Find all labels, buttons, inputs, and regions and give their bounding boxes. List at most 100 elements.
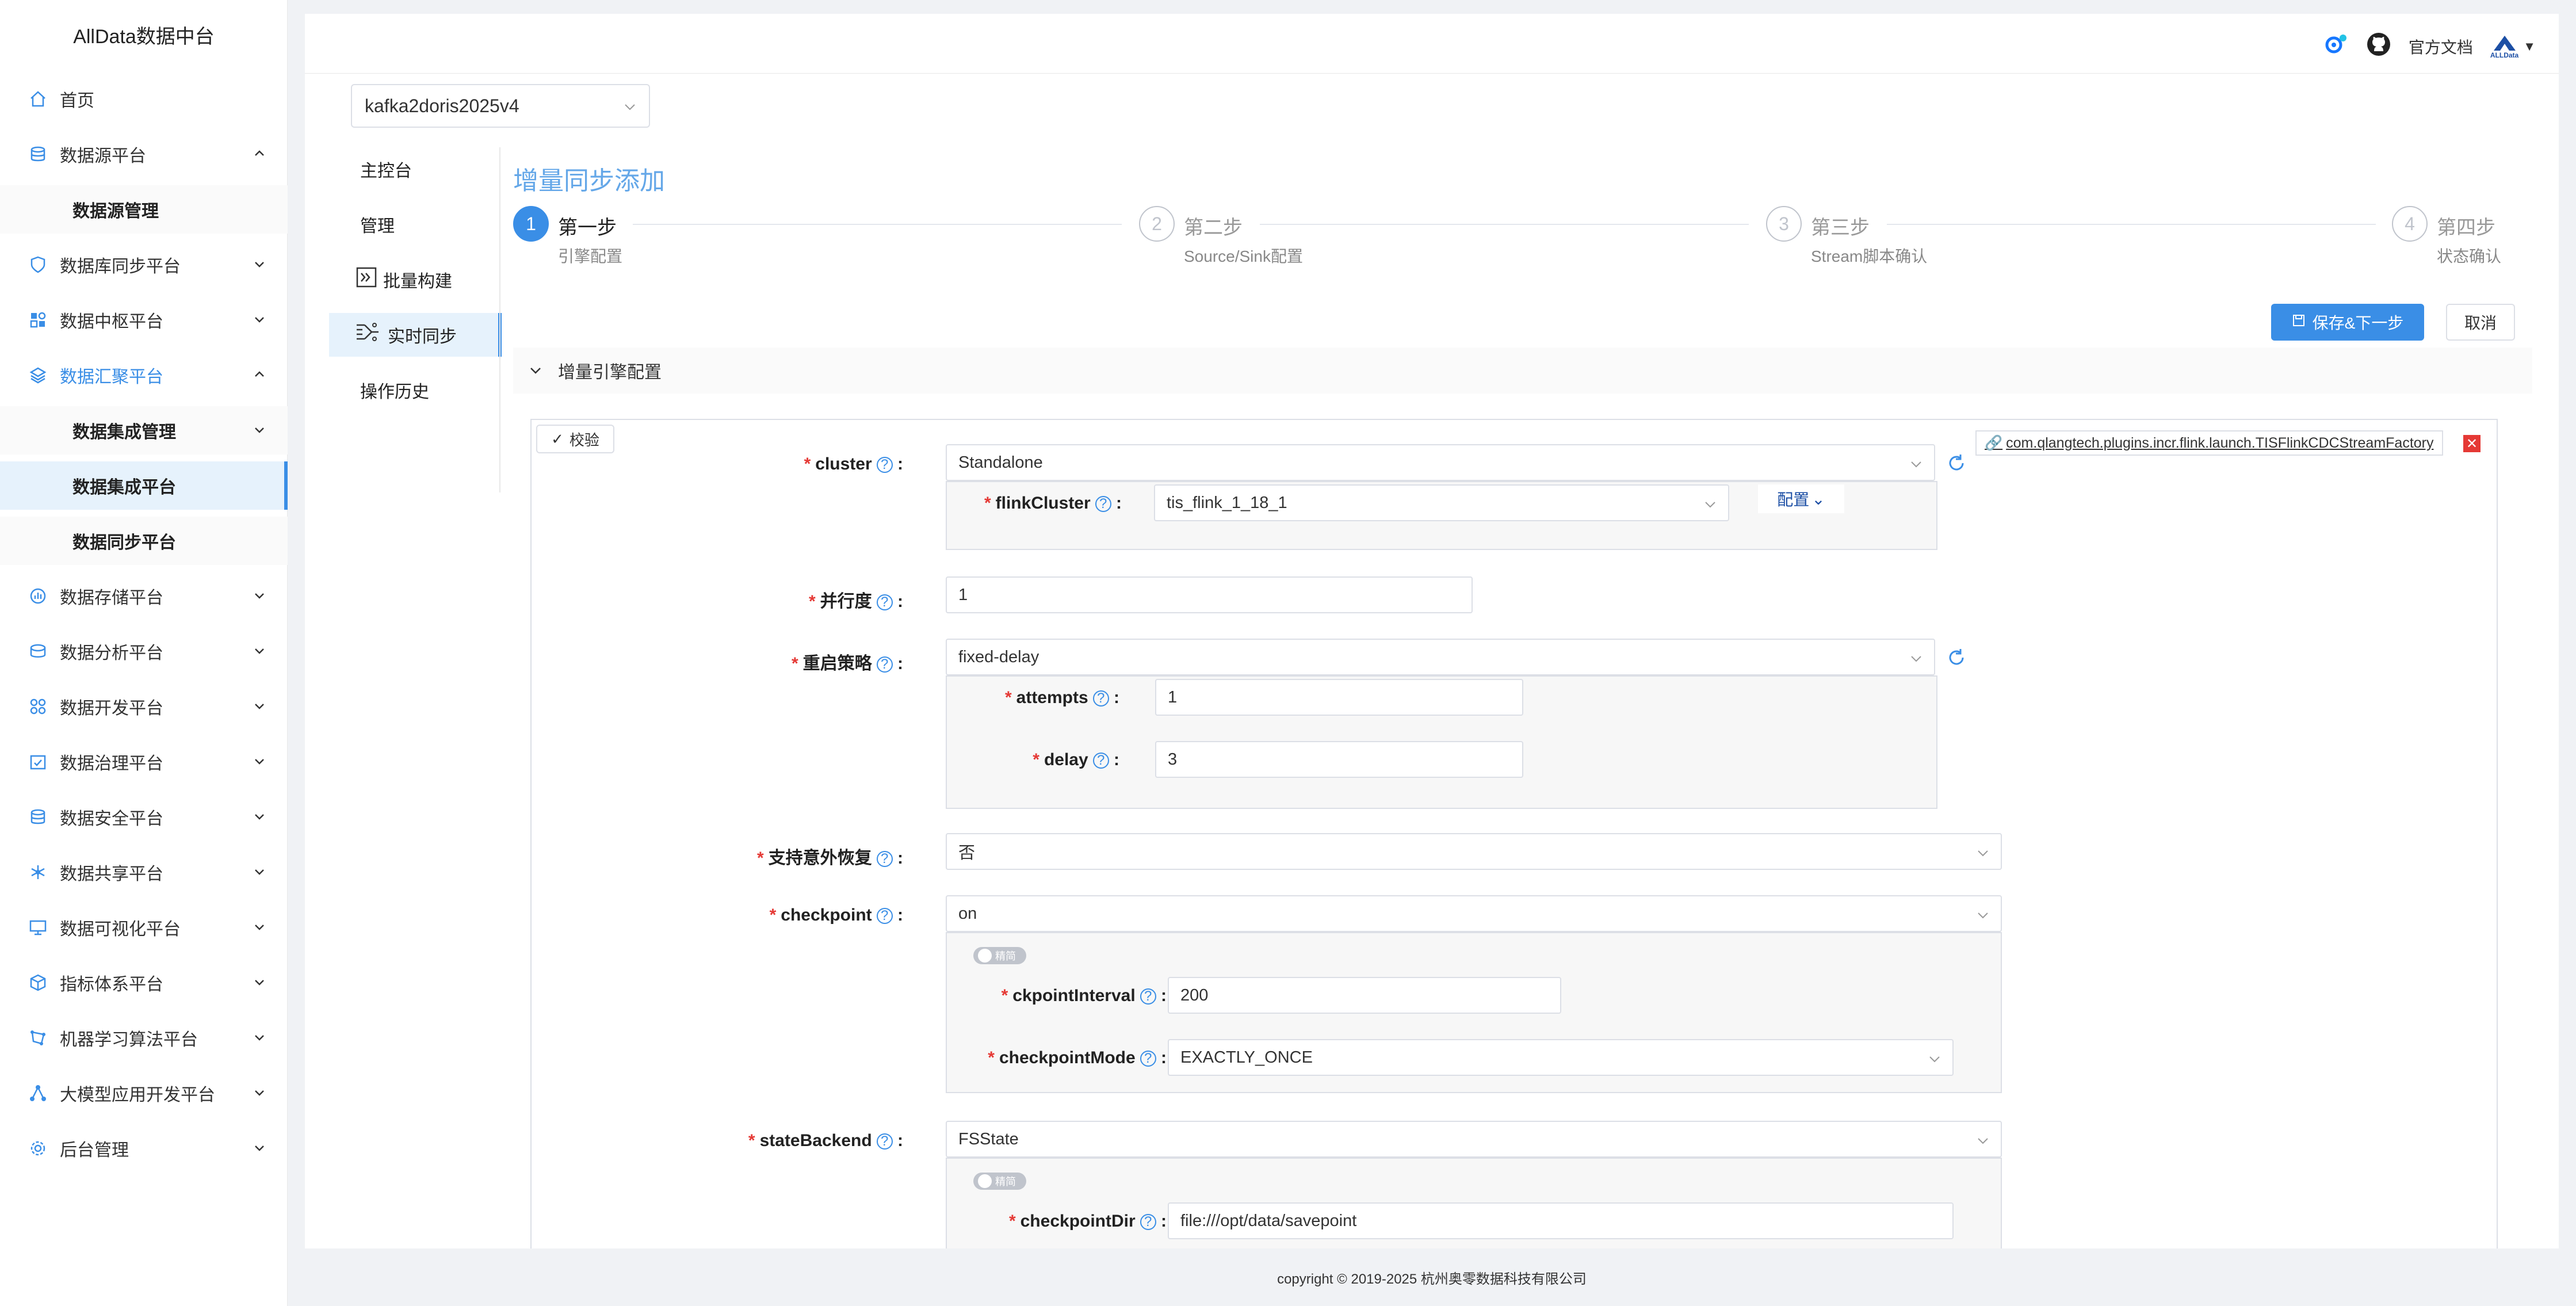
config-button[interactable]: 配置 ⌄ — [1758, 484, 1844, 513]
security-icon — [26, 805, 49, 828]
footer: copyright © 2019-2025 杭州奥零数据科技有限公司 — [1277, 1271, 1587, 1287]
checkpoint-label: * checkpoint? : — [769, 906, 903, 925]
github-icon[interactable] — [2366, 32, 2391, 61]
cancel-button[interactable]: 取消 — [2446, 304, 2515, 341]
parallelism-input[interactable]: 1 — [946, 576, 1473, 613]
sidebar-item-llm[interactable]: 大模型应用开发平台 — [0, 1069, 288, 1117]
attempts-label: * attempts? : — [1004, 688, 1119, 707]
sidebar-item-label: 首页 — [60, 91, 94, 110]
sidebar-item-development[interactable]: 数据开发平台 — [0, 682, 288, 731]
chevron-down-icon — [255, 262, 264, 268]
sidebar-item-datasource-mgmt[interactable]: 数据源管理 — [0, 185, 288, 234]
user-menu[interactable]: ALLData ▼ — [2490, 35, 2536, 59]
save-next-button[interactable]: 保存&下一步 — [2271, 304, 2424, 341]
top-header: 官方文档 ALLData ▼ — [305, 14, 2559, 74]
sidebar-item-integration-platform[interactable]: 数据集成平台 — [0, 461, 288, 510]
delay-input[interactable]: 3 — [1155, 741, 1523, 778]
stream-icon — [356, 322, 380, 348]
step-2: 2 第二步 Source/Sink配置 — [1139, 206, 1303, 265]
checkpoint-select[interactable]: on — [946, 895, 2002, 932]
help-icon: ? — [876, 851, 893, 868]
sidebar-item-aggregation[interactable]: 数据汇聚平台 — [0, 351, 288, 399]
sidebar-item-analysis[interactable]: 数据分析平台 — [0, 627, 288, 675]
subnav-history[interactable]: 操作历史 — [329, 368, 502, 412]
refresh-icon[interactable] — [1947, 648, 1966, 667]
shield-icon — [26, 253, 49, 276]
help-icon: ? — [876, 656, 893, 673]
plugin-link[interactable]: 🔗 com.qlangtech.plugins.incr.flink.launch… — [1975, 430, 2443, 456]
sidebar-item-label: 指标体系平台 — [60, 975, 163, 994]
sidebar-item-sync-platform[interactable]: 数据同步平台 — [0, 517, 288, 565]
subnav-batch-build[interactable]: 批量构建 — [329, 258, 502, 301]
sidebar-item-label: 数据同步平台 — [72, 533, 176, 552]
sidebar-item-metrics[interactable]: 指标体系平台 — [0, 959, 288, 1007]
sidebar-item-storage[interactable]: 数据存储平台 — [0, 572, 288, 620]
close-icon[interactable]: ✕ — [2463, 435, 2481, 452]
save-icon — [2292, 313, 2306, 331]
check-icon: ✓ — [551, 430, 564, 448]
sidebar: AllData数据中台 首页 数据源平台 数据源管理 数据库同步平台 数据中枢平… — [0, 0, 288, 1306]
chevron-down-icon — [1929, 1056, 1940, 1063]
layers-icon — [26, 364, 49, 387]
validate-button[interactable]: ✓ 校验 — [536, 425, 614, 453]
subnav-dashboard[interactable]: 主控台 — [329, 147, 502, 191]
bar-chart-icon — [26, 585, 49, 608]
checkpointdir-input[interactable]: file:///opt/data/savepoint — [1168, 1202, 1954, 1239]
sidebar-item-integration-mgmt[interactable]: 数据集成管理 — [0, 406, 288, 455]
sidebar-item-admin[interactable]: 后台管理 — [0, 1124, 288, 1173]
apps-icon — [26, 695, 49, 718]
sidebar-item-security[interactable]: 数据安全平台 — [0, 793, 288, 841]
help-icon: ? — [1092, 753, 1109, 769]
sidebar-item-db-sync[interactable]: 数据库同步平台 — [0, 240, 288, 289]
home-icon — [26, 87, 49, 110]
delay-label: * delay? : — [1033, 750, 1119, 769]
checkpointmode-select[interactable]: EXACTLY_ONCE — [1168, 1039, 1954, 1076]
calendar-check-icon — [26, 750, 49, 773]
batch-icon — [356, 266, 377, 293]
divider — [499, 147, 500, 492]
chevron-down-icon — [255, 925, 264, 930]
gear-icon — [26, 1137, 49, 1160]
attempts-input[interactable]: 1 — [1155, 679, 1523, 716]
cluster-select[interactable]: Standalone — [946, 444, 1935, 481]
chevron-down-icon — [625, 104, 635, 110]
sidebar-item-sharing[interactable]: 数据共享平台 — [0, 848, 288, 896]
main-content: kafka2doris2025v4 主控台 管理 批量构建 实时同步 操作历史 … — [305, 74, 2559, 1248]
chevron-down-icon — [255, 704, 264, 709]
link-icon: 🔗 — [1985, 434, 2003, 451]
chevron-down-icon — [1705, 502, 1715, 508]
compact-toggle[interactable]: 精简 — [973, 1173, 1026, 1190]
statebackend-label: * stateBackend? : — [748, 1131, 903, 1150]
sidebar-item-governance[interactable]: 数据治理平台 — [0, 738, 288, 786]
sidebar-item-ml[interactable]: 机器学习算法平台 — [0, 1014, 288, 1062]
sidebar-item-label: 数据源管理 — [72, 202, 159, 221]
statebackend-subpanel: 精简 * checkpointDir? : file:///opt/data/sa… — [946, 1158, 2002, 1248]
ai-assistant-icon[interactable] — [2322, 31, 2349, 62]
compact-toggle[interactable]: 精简 — [973, 947, 1026, 964]
subnav-manage[interactable]: 管理 — [329, 203, 502, 246]
ckpointinterval-input[interactable]: 200 — [1168, 977, 1561, 1014]
share-network-icon — [26, 861, 49, 884]
checkpointmode-label: * checkpointMode? : — [988, 1048, 1167, 1067]
restart-strategy-select[interactable]: fixed-delay — [946, 639, 1935, 675]
sidebar-item-datasource[interactable]: 数据源平台 — [0, 130, 288, 178]
chevron-down-icon — [1978, 912, 1988, 919]
recovery-label: * 支持意外恢复? : — [756, 849, 903, 868]
recovery-select[interactable]: 否 — [946, 833, 2002, 870]
sidebar-item-home[interactable]: 首页 — [0, 75, 288, 123]
help-icon: ? — [876, 908, 893, 925]
statebackend-select[interactable]: FSState — [946, 1121, 2002, 1158]
section-header[interactable]: 增量引擎配置 — [513, 347, 2532, 394]
subnav-realtime-sync[interactable]: 实时同步 — [329, 313, 502, 357]
pipeline-select[interactable]: kafka2doris2025v4 — [351, 84, 650, 128]
chevron-down-icon — [255, 1145, 264, 1151]
chevron-down-icon — [1911, 656, 1921, 662]
ckpointinterval-label: * ckpointInterval? : — [1001, 986, 1167, 1005]
sidebar-item-label: 数据集成平台 — [72, 478, 176, 497]
sidebar-item-visualization[interactable]: 数据可视化平台 — [0, 903, 288, 952]
help-icon: ? — [1092, 690, 1109, 707]
docs-link[interactable]: 官方文档 — [2409, 35, 2473, 58]
refresh-icon[interactable] — [1947, 453, 1966, 473]
flinkcluster-select[interactable]: tis_flink_1_18_1 — [1154, 484, 1729, 521]
sidebar-item-hub[interactable]: 数据中枢平台 — [0, 296, 288, 344]
